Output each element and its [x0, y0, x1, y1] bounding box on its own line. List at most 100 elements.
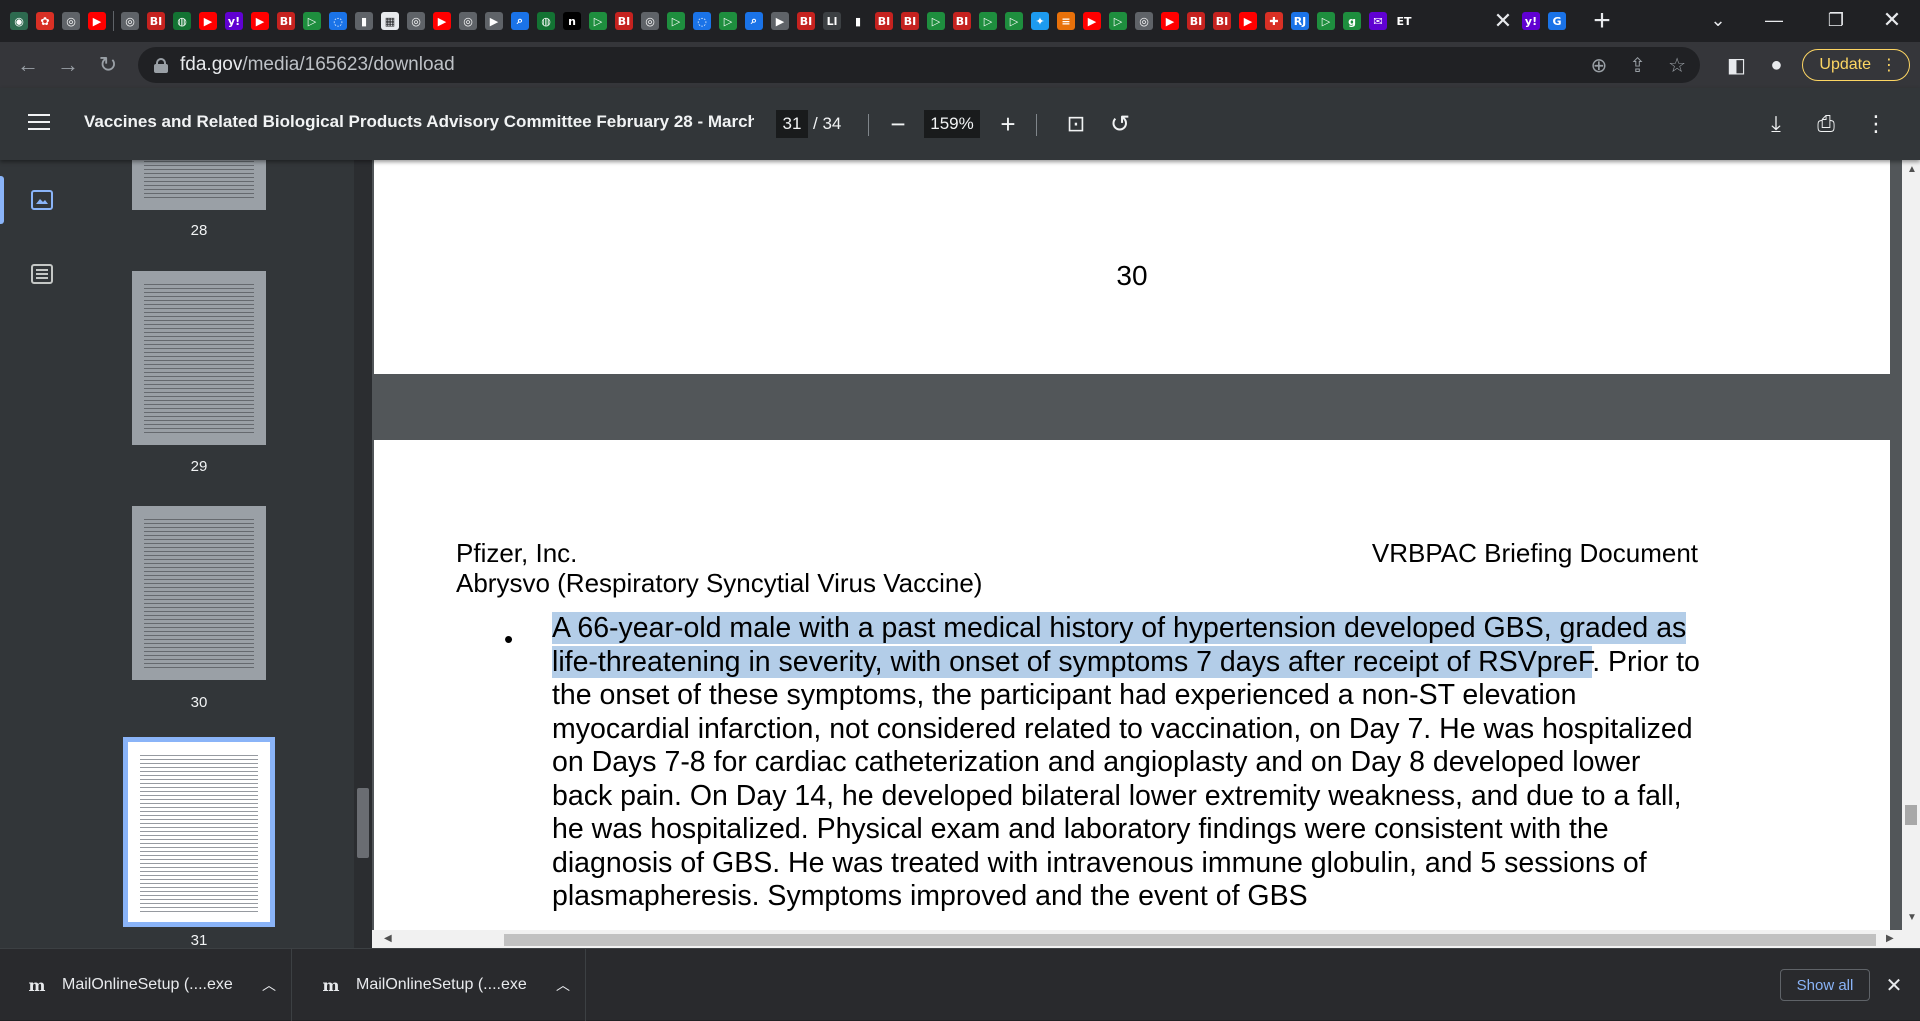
globe-icon[interactable]: ◉: [10, 12, 28, 30]
web-icon[interactable]: ✉: [1369, 12, 1387, 30]
play-icon[interactable]: ▷: [719, 12, 737, 30]
bi-icon[interactable]: BI: [797, 12, 815, 30]
address-bar[interactable]: fda.gov/media/165623/download ⊕ ⇪ ☆: [138, 47, 1700, 83]
menu-icon[interactable]: [28, 114, 50, 132]
scroll-down-icon[interactable]: ▼: [1907, 912, 1917, 923]
selected-text[interactable]: A 66-year-old male with a past medical h…: [552, 612, 1687, 678]
web-icon[interactable]: ◎: [459, 12, 477, 30]
google-icon[interactable]: G: [1548, 12, 1566, 30]
web-icon[interactable]: ▮: [355, 12, 373, 30]
youtube-icon[interactable]: ▶: [1161, 12, 1179, 30]
youtube-icon[interactable]: ▶: [1239, 12, 1257, 30]
youtube-icon[interactable]: ▶: [433, 12, 451, 30]
scroll-right-icon[interactable]: ▶: [1886, 933, 1894, 944]
zoom-out-button[interactable]: −: [880, 106, 916, 142]
download-item[interactable]: m MailOnlineSetup (....exe ︿: [0, 949, 292, 1021]
thumbnail-page[interactable]: [132, 506, 266, 680]
youtube-icon[interactable]: ▶: [88, 12, 106, 30]
close-tab-icon[interactable]: ✕: [1488, 6, 1518, 36]
n-icon[interactable]: n: [563, 12, 581, 30]
document-viewport[interactable]: 30 Pfizer, Inc. Abrysvo (Respiratory Syn…: [354, 160, 1920, 948]
youtube-icon[interactable]: ▶: [199, 12, 217, 30]
side-panel-icon[interactable]: ◧: [1716, 45, 1756, 85]
outline-tab[interactable]: [24, 256, 60, 292]
scrollbar-thumb[interactable]: [1905, 805, 1917, 825]
web-icon[interactable]: ▶: [485, 12, 503, 30]
app-icon[interactable]: ✿: [36, 12, 54, 30]
zoom-level-input[interactable]: 159%: [924, 110, 980, 138]
back-icon[interactable]: ←: [8, 45, 48, 85]
bi-icon[interactable]: BI: [147, 12, 165, 30]
download-item[interactable]: m MailOnlineSetup (....exe ︿: [294, 949, 586, 1021]
restore-icon[interactable]: ❐: [1808, 0, 1864, 40]
vertical-scrollbar[interactable]: ▲ ▼: [1902, 160, 1920, 948]
lock-icon[interactable]: [154, 58, 168, 73]
bi-icon[interactable]: BI: [875, 12, 893, 30]
web-icon[interactable]: ▮: [849, 12, 867, 30]
thumbnails-tab[interactable]: [0, 176, 60, 224]
scrollbar-thumb[interactable]: [504, 934, 1876, 946]
bookmark-star-icon[interactable]: ☆: [1668, 53, 1686, 78]
zoom-icon[interactable]: ⊕: [1591, 53, 1608, 78]
thumbnail-page[interactable]: [132, 271, 266, 445]
twitter-icon[interactable]: ✦: [1031, 12, 1049, 30]
zoom-in-button[interactable]: +: [990, 106, 1026, 142]
web-icon[interactable]: ◎: [407, 12, 425, 30]
web-icon[interactable]: RJ: [1291, 12, 1309, 30]
more-actions-icon[interactable]: ⋮: [1858, 106, 1894, 142]
play-icon[interactable]: ▷: [979, 12, 997, 30]
bi-icon[interactable]: BI: [1213, 12, 1231, 30]
youtube-icon[interactable]: ▶: [1083, 12, 1101, 30]
close-window-icon[interactable]: ✕: [1864, 0, 1920, 40]
bi-icon[interactable]: BI: [1187, 12, 1205, 30]
play-icon[interactable]: ▷: [1317, 12, 1335, 30]
web-icon[interactable]: ◌: [329, 12, 347, 30]
web-icon[interactable]: ✚: [1265, 12, 1283, 30]
fit-page-icon[interactable]: ⊡: [1058, 106, 1094, 142]
close-icon[interactable]: ✕: [1880, 971, 1908, 999]
paragraph-text[interactable]: . Prior to the onset of these symptoms, …: [552, 646, 1700, 913]
minimize-icon[interactable]: —: [1746, 0, 1802, 40]
web-icon[interactable]: g: [1343, 12, 1361, 30]
web-icon[interactable]: ◎: [62, 12, 80, 30]
thumbnail-page[interactable]: [132, 160, 266, 210]
thumbnail-page-current[interactable]: [123, 737, 275, 927]
play-icon[interactable]: ▷: [927, 12, 945, 30]
scroll-left-icon[interactable]: ◀: [384, 933, 392, 944]
reload-icon[interactable]: ↻: [88, 45, 128, 85]
web-icon[interactable]: ◎: [1135, 12, 1153, 30]
web-icon[interactable]: ◍: [173, 12, 191, 30]
search-icon[interactable]: ⌕: [511, 12, 529, 30]
new-tab-button[interactable]: +: [1584, 3, 1620, 39]
chevron-up-icon[interactable]: ︿: [262, 975, 276, 995]
play-icon[interactable]: ▷: [303, 12, 321, 30]
chevron-up-icon[interactable]: ︿: [556, 975, 570, 995]
show-all-button[interactable]: Show all: [1780, 969, 1870, 1001]
web-icon[interactable]: ▦: [381, 12, 399, 30]
horizontal-scrollbar[interactable]: ◀ ▶: [372, 930, 1902, 948]
web-icon[interactable]: ▶: [771, 12, 789, 30]
url-text[interactable]: fda.gov/media/165623/download: [180, 54, 455, 76]
bi-icon[interactable]: BI: [277, 12, 295, 30]
web-icon[interactable]: ≡: [1057, 12, 1075, 30]
web-icon[interactable]: ◎: [641, 12, 659, 30]
web-icon[interactable]: ◍: [537, 12, 555, 30]
paragraph[interactable]: A 66-year-old male with a past medical h…: [552, 612, 1702, 914]
play-icon[interactable]: ▷: [667, 12, 685, 30]
search-icon[interactable]: ⌕: [745, 12, 763, 30]
tab-search-icon[interactable]: ⌄: [1690, 0, 1746, 40]
web-icon[interactable]: ◎: [121, 12, 139, 30]
yahoo-icon[interactable]: y!: [1522, 12, 1540, 30]
bi-icon[interactable]: BI: [901, 12, 919, 30]
web-icon[interactable]: Ll: [823, 12, 841, 30]
play-icon[interactable]: ▷: [589, 12, 607, 30]
forward-icon[interactable]: →: [48, 45, 88, 85]
play-icon[interactable]: ▷: [1109, 12, 1127, 30]
web-icon[interactable]: ◌: [693, 12, 711, 30]
bi-icon[interactable]: BI: [615, 12, 633, 30]
play-icon[interactable]: ▷: [1005, 12, 1023, 30]
share-icon[interactable]: ⇪: [1629, 53, 1646, 78]
sidebar-scrollbar[interactable]: [354, 160, 372, 948]
update-button[interactable]: Update ⋮: [1802, 49, 1910, 81]
profile-icon[interactable]: ●: [1756, 45, 1796, 85]
